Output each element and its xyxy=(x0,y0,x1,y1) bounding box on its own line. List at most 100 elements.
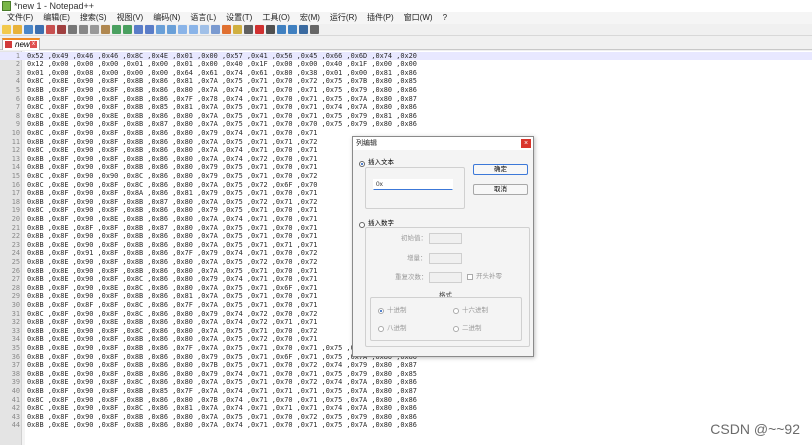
menu-search[interactable]: 搜索(S) xyxy=(75,12,112,24)
title-bar: *new 1 - Notepad++ xyxy=(0,0,812,12)
menu-window[interactable]: 窗口(W) xyxy=(399,12,438,24)
show-all-chars-icon[interactable] xyxy=(200,25,209,34)
word-wrap-icon[interactable] xyxy=(189,25,198,34)
line-text: 0x8B ,0x8E ,0x90 ,0x8F ,0x8B ,0x86 ,0x80… xyxy=(27,266,318,275)
format-octal-radio[interactable] xyxy=(378,326,384,332)
format-decimal-radio[interactable] xyxy=(378,308,384,314)
editor-line[interactable]: 44 0x8B ,0x8E ,0x90 ,0x8F ,0x8B ,0x86 ,0x… xyxy=(0,421,812,430)
line-number: 13 xyxy=(11,154,20,163)
line-text: 0x8B ,0x8F ,0x90 ,0x8F ,0x8B ,0x86 ,0x80… xyxy=(27,137,318,146)
menu-run[interactable]: 运行(R) xyxy=(325,12,362,24)
redo-icon[interactable] xyxy=(123,25,132,34)
menu-file[interactable]: 文件(F) xyxy=(2,12,38,24)
menu-help[interactable]: ? xyxy=(438,12,452,24)
menu-encoding[interactable]: 编码(N) xyxy=(148,12,185,24)
save-all-icon[interactable] xyxy=(35,25,44,34)
monitor-icon[interactable] xyxy=(244,25,253,34)
close-file-icon[interactable] xyxy=(46,25,55,34)
ok-button[interactable]: 确定 xyxy=(473,164,528,175)
find-icon[interactable] xyxy=(134,25,143,34)
menu-language[interactable]: 语言(L) xyxy=(185,12,221,24)
line-number: 38 xyxy=(11,369,20,378)
menu-macro[interactable]: 宏(M) xyxy=(295,12,325,24)
editor-line[interactable]: 37 0x8B ,0x8E ,0x90 ,0x8F ,0x8B ,0x86 ,0x… xyxy=(0,361,812,370)
menu-edit[interactable]: 编辑(E) xyxy=(38,12,75,24)
copy-icon[interactable] xyxy=(90,25,99,34)
play-macro-icon[interactable] xyxy=(277,25,286,34)
line-number: 14 xyxy=(11,163,20,172)
editor-line[interactable]: 5 0x8B ,0x8F ,0x90 ,0x8F ,0x8B ,0x86 ,0x8… xyxy=(0,86,812,95)
line-number: 35 xyxy=(11,343,20,352)
undo-icon[interactable] xyxy=(112,25,121,34)
save-icon[interactable] xyxy=(24,25,33,34)
editor-line[interactable]: 6 0x8B ,0x8F ,0x90 ,0x8F ,0x8B ,0x86 ,0x7… xyxy=(0,95,812,104)
line-text: 0x8B ,0x8F ,0x90 ,0x8E ,0x8B ,0x86 ,0x80… xyxy=(27,318,318,327)
initial-value-label: 初始值： xyxy=(401,235,427,242)
tab-close-icon[interactable]: x xyxy=(30,41,37,48)
line-number: 28 xyxy=(11,283,20,292)
print-icon[interactable] xyxy=(68,25,77,34)
line-text: 0x8B ,0x8E ,0x90 ,0x8F ,0x8B ,0x86 ,0x81… xyxy=(27,292,318,301)
initial-value-input[interactable] xyxy=(429,233,462,244)
replace-icon[interactable] xyxy=(145,25,154,34)
editor-line[interactable]: 3 0x01 ,0x00 ,0x08 ,0x00 ,0x00 ,0x00 ,0x6… xyxy=(0,69,812,78)
line-number: 40 xyxy=(11,386,20,395)
paste-icon[interactable] xyxy=(101,25,110,34)
editor-line[interactable]: 39 0x8B ,0x8E ,0x90 ,0x8F ,0x8C ,0x86 ,0x… xyxy=(0,378,812,387)
sync-scroll-icon[interactable] xyxy=(178,25,187,34)
line-text: 0x8C ,0x8F ,0x90 ,0x8F ,0x8B ,0x86 ,0x80… xyxy=(27,206,318,215)
record-macro-icon[interactable] xyxy=(255,25,264,34)
indent-guide-icon[interactable] xyxy=(211,25,220,34)
editor-line[interactable]: 41 0x8C ,0x8F ,0x90 ,0x8F ,0x8B ,0x86 ,0x… xyxy=(0,396,812,405)
increment-input[interactable] xyxy=(429,253,462,264)
editor-line[interactable]: 2 0x12 ,0x00 ,0x00 ,0x00 ,0x01 ,0x00 ,0x0… xyxy=(0,60,812,69)
editor-line[interactable]: 40 0x8B ,0x8F ,0x90 ,0x8F ,0x8B ,0x85 ,0x… xyxy=(0,387,812,396)
menu-tools[interactable]: 工具(O) xyxy=(257,12,295,24)
editor-line[interactable]: 38 0x8B ,0x8E ,0x90 ,0x8F ,0x8B ,0x86 ,0x… xyxy=(0,370,812,379)
column-editor-dialog: 列编辑 × 插入文本 0x 确定 取消 插入数字 初始值： 增量： 重复次数： … xyxy=(352,136,534,357)
column-edit-icon[interactable] xyxy=(222,25,231,34)
stop-macro-icon[interactable] xyxy=(266,25,275,34)
line-number: 2 xyxy=(15,60,20,69)
unsaved-doc-icon xyxy=(5,41,12,48)
cut-icon[interactable] xyxy=(79,25,88,34)
close-all-icon[interactable] xyxy=(57,25,66,34)
menu-plugins[interactable]: 插件(P) xyxy=(362,12,399,24)
format-binary-radio[interactable] xyxy=(453,326,459,332)
editor-line[interactable]: 4 0x8C ,0x8E ,0x90 ,0x8F ,0x8B ,0x86 ,0x8… xyxy=(0,77,812,86)
line-text: 0x8C ,0x8E ,0x90 ,0x8E ,0x8B ,0x86 ,0x80… xyxy=(27,111,417,120)
editor-line[interactable]: 42 0x8C ,0x8E ,0x90 ,0x8F ,0x8C ,0x86 ,0x… xyxy=(0,404,812,413)
format-hex-radio[interactable] xyxy=(453,308,459,314)
zoom-out-icon[interactable] xyxy=(167,25,176,34)
leading-zero-checkbox[interactable] xyxy=(467,274,473,280)
insert-text-radio[interactable] xyxy=(359,161,365,167)
menu-settings[interactable]: 设置(T) xyxy=(221,12,257,24)
insert-number-radio[interactable] xyxy=(359,222,365,228)
insert-text-field[interactable]: 0x xyxy=(373,179,453,190)
line-text: 0x8B ,0x8F ,0x90 ,0x8E ,0x8B ,0x86 ,0x80… xyxy=(27,214,318,223)
line-number: 25 xyxy=(11,257,20,266)
tab-new-1[interactable]: new x xyxy=(2,38,40,50)
function-list-icon[interactable] xyxy=(310,25,319,34)
repeat-input[interactable] xyxy=(429,272,462,283)
cancel-button[interactable]: 取消 xyxy=(473,184,528,195)
editor-line[interactable]: 8 0x8C ,0x8E ,0x90 ,0x8E ,0x8B ,0x86 ,0x8… xyxy=(0,112,812,121)
menu-view[interactable]: 视图(V) xyxy=(112,12,149,24)
line-number: 4 xyxy=(15,77,20,86)
editor-line[interactable]: 1 0x52 ,0x49 ,0x46 ,0x46 ,0x8C ,0x4E ,0x0… xyxy=(0,51,812,61)
folder-icon[interactable] xyxy=(233,25,242,34)
new-file-icon[interactable] xyxy=(2,25,11,34)
line-text: 0x8C ,0x8F ,0x90 ,0x8F ,0x8B ,0x85 ,0x81… xyxy=(27,103,417,112)
line-text: 0x52 ,0x49 ,0x46 ,0x46 ,0x8C ,0x4E ,0x01… xyxy=(27,51,417,60)
dialog-close-icon[interactable]: × xyxy=(521,139,531,148)
editor-line[interactable]: 9 0x8B ,0x8E ,0x90 ,0x8F ,0x8B ,0x87 ,0x8… xyxy=(0,120,812,129)
line-number: 16 xyxy=(11,180,20,189)
zoom-in-icon[interactable] xyxy=(156,25,165,34)
editor-line[interactable]: 43 0x8B ,0x8F ,0x90 ,0x8F ,0x8B ,0x86 ,0x… xyxy=(0,413,812,422)
line-text: 0x8B ,0x8E ,0x90 ,0x8F ,0x8B ,0x86 ,0x80… xyxy=(27,361,417,370)
run-macro-multiple-icon[interactable] xyxy=(288,25,297,34)
editor-line[interactable]: 7 0x8C ,0x8F ,0x90 ,0x8F ,0x8B ,0x85 ,0x8… xyxy=(0,103,812,112)
line-text: 0x8B ,0x8F ,0x90 ,0x8F ,0x8B ,0x85 ,0x7F… xyxy=(27,386,417,395)
open-file-icon[interactable] xyxy=(13,25,22,34)
save-macro-icon[interactable] xyxy=(299,25,308,34)
